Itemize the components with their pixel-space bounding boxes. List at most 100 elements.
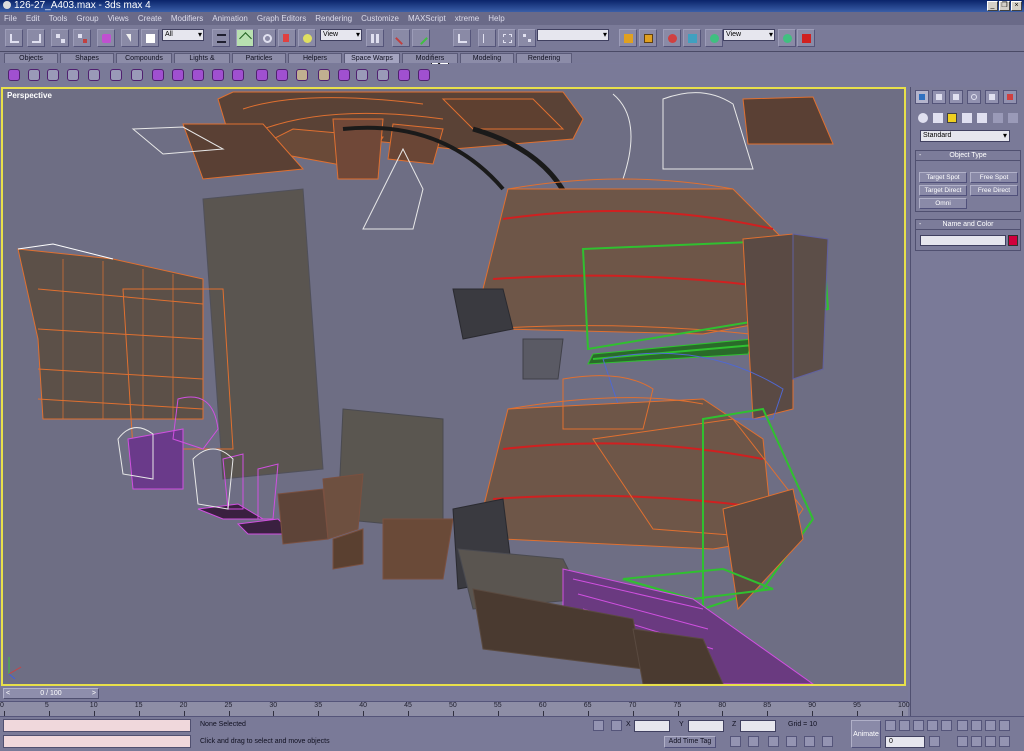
selection-filter-dropdown[interactable]: All [162, 29, 204, 41]
shapes-icon[interactable] [933, 113, 943, 123]
next-frame-icon[interactable] [927, 720, 938, 731]
current-frame-field[interactable]: 0 [885, 736, 925, 748]
minimize-button[interactable]: _ [987, 1, 998, 11]
restore-button[interactable]: ❐ [999, 1, 1010, 11]
omni-button[interactable]: Omni [919, 198, 967, 209]
ffd-icon[interactable] [377, 69, 389, 81]
category-dropdown[interactable]: Standard [920, 130, 1010, 142]
perspective-viewport[interactable]: Perspective [1, 87, 906, 686]
mirror-button[interactable] [478, 29, 496, 47]
track-view-button[interactable] [619, 29, 637, 47]
name-and-color-header[interactable]: Name and Color [916, 220, 1020, 230]
menu-maxscript[interactable]: MAXScript [408, 14, 446, 23]
select-region-button[interactable] [141, 29, 159, 47]
absolute-mode-icon[interactable] [611, 720, 622, 731]
wind-icon[interactable] [172, 69, 184, 81]
tab-modifiers[interactable]: Modifiers [402, 53, 458, 63]
ffd-cyl-icon[interactable] [418, 69, 430, 81]
ripple-icon[interactable] [296, 69, 308, 81]
tab-rendering[interactable]: Rendering [516, 53, 572, 63]
geometry-icon[interactable] [918, 113, 928, 123]
animate-button[interactable]: Animate [851, 720, 881, 748]
tab-shapes[interactable]: Shapes [60, 53, 114, 63]
menu-file[interactable]: File [4, 14, 17, 23]
arc-rotate-icon[interactable] [985, 736, 996, 747]
target-spot-button[interactable]: Target Spot [919, 172, 967, 183]
add-time-tag-button[interactable]: Add Time Tag [664, 736, 716, 748]
select-by-name-button[interactable] [212, 29, 230, 47]
spinner-snap-icon[interactable] [804, 736, 815, 747]
utilities-tab-icon[interactable] [1003, 90, 1017, 104]
select-and-scale-button[interactable] [278, 29, 296, 47]
window-crossing-icon[interactable] [822, 736, 833, 747]
go-to-end-icon[interactable] [941, 720, 952, 731]
unlink-button[interactable] [73, 29, 91, 47]
percent-snap-icon[interactable] [786, 736, 797, 747]
helpers-icon[interactable] [977, 113, 987, 123]
named-selection-dropdown[interactable] [537, 29, 609, 41]
systems-icon[interactable] [1008, 113, 1018, 123]
render-type-dropdown[interactable]: View [723, 29, 775, 41]
select-object-button[interactable] [121, 29, 139, 47]
menu-graph-editors[interactable]: Graph Editors [257, 14, 306, 23]
render-scene-button[interactable] [683, 29, 701, 47]
menu-customize[interactable]: Customize [361, 14, 399, 23]
zoom-icon[interactable] [957, 720, 968, 731]
reference-coordinate-dropdown[interactable]: View [320, 29, 362, 41]
lights-icon[interactable] [947, 113, 957, 123]
time-slider-thumb[interactable]: 0 / 100 [3, 688, 99, 699]
motion-tab-icon[interactable] [967, 90, 981, 104]
select-and-rotate-button[interactable] [258, 29, 276, 47]
menu-modifiers[interactable]: Modifiers [171, 14, 203, 23]
conform-icon[interactable] [356, 69, 368, 81]
bomb-icon[interactable] [338, 69, 350, 81]
gravity-icon[interactable] [152, 69, 164, 81]
geometric-warp-icon[interactable] [67, 69, 79, 81]
create-tab-icon[interactable] [915, 90, 929, 104]
object-type-header[interactable]: Object Type [916, 151, 1020, 161]
zoom-extents-icon[interactable] [985, 720, 996, 731]
select-link-button[interactable] [51, 29, 69, 47]
tab-lights-cameras[interactable]: Lights & Cameras [174, 53, 230, 71]
tab-compounds[interactable]: Compounds [116, 53, 172, 63]
menu-animation[interactable]: Animation [212, 14, 248, 23]
redo-button[interactable] [27, 29, 45, 47]
previous-frame-icon[interactable] [899, 720, 910, 731]
menu-create[interactable]: Create [138, 14, 162, 23]
material-editor-button[interactable] [663, 29, 681, 47]
bind-space-warp-button[interactable] [97, 29, 115, 47]
cameras-icon[interactable] [962, 113, 972, 123]
deflector-icon[interactable] [28, 69, 40, 81]
time-configuration-icon[interactable] [929, 736, 940, 747]
lock-selection-icon[interactable] [593, 720, 604, 731]
target-direct-button[interactable]: Target Direct [919, 185, 967, 196]
menu-tools[interactable]: Tools [49, 14, 68, 23]
geometric-warp-icon[interactable] [131, 69, 143, 81]
space-warps-icon[interactable] [993, 113, 1003, 123]
menu-group[interactable]: Group [76, 14, 98, 23]
menu-help[interactable]: Help [488, 14, 504, 23]
zoom-all-icon[interactable] [971, 720, 982, 731]
quick-render-button[interactable] [705, 29, 723, 47]
array-button[interactable] [498, 29, 516, 47]
menu-xtreme[interactable]: xtreme [455, 14, 479, 23]
track-bar[interactable]: 0 5 10 15 20 25 30 35 40 45 50 55 60 65 70 75 80 85 90 95 10… [0, 701, 910, 716]
select-and-move-button[interactable] [236, 29, 254, 47]
pivot-point-button[interactable] [366, 29, 384, 47]
deflector-icon[interactable] [47, 69, 59, 81]
close-button[interactable]: × [1011, 1, 1022, 11]
active-shade-button[interactable] [797, 29, 815, 47]
tab-particles[interactable]: Particles [232, 53, 286, 63]
viewport-label[interactable]: Perspective [7, 91, 52, 100]
tab-space-warps[interactable]: Space Warps [344, 53, 400, 63]
field-of-view-icon[interactable] [957, 736, 968, 747]
axis-constraint-button[interactable] [453, 29, 471, 47]
z-coordinate-field[interactable] [740, 720, 776, 732]
maxscript-listener-field[interactable] [3, 719, 191, 732]
push-icon[interactable] [232, 69, 244, 81]
schematic-view-button[interactable] [639, 29, 657, 47]
force-warp-icon[interactable] [8, 69, 20, 81]
ffd-box-icon[interactable] [398, 69, 410, 81]
wave-icon[interactable] [318, 69, 330, 81]
menu-rendering[interactable]: Rendering [315, 14, 352, 23]
